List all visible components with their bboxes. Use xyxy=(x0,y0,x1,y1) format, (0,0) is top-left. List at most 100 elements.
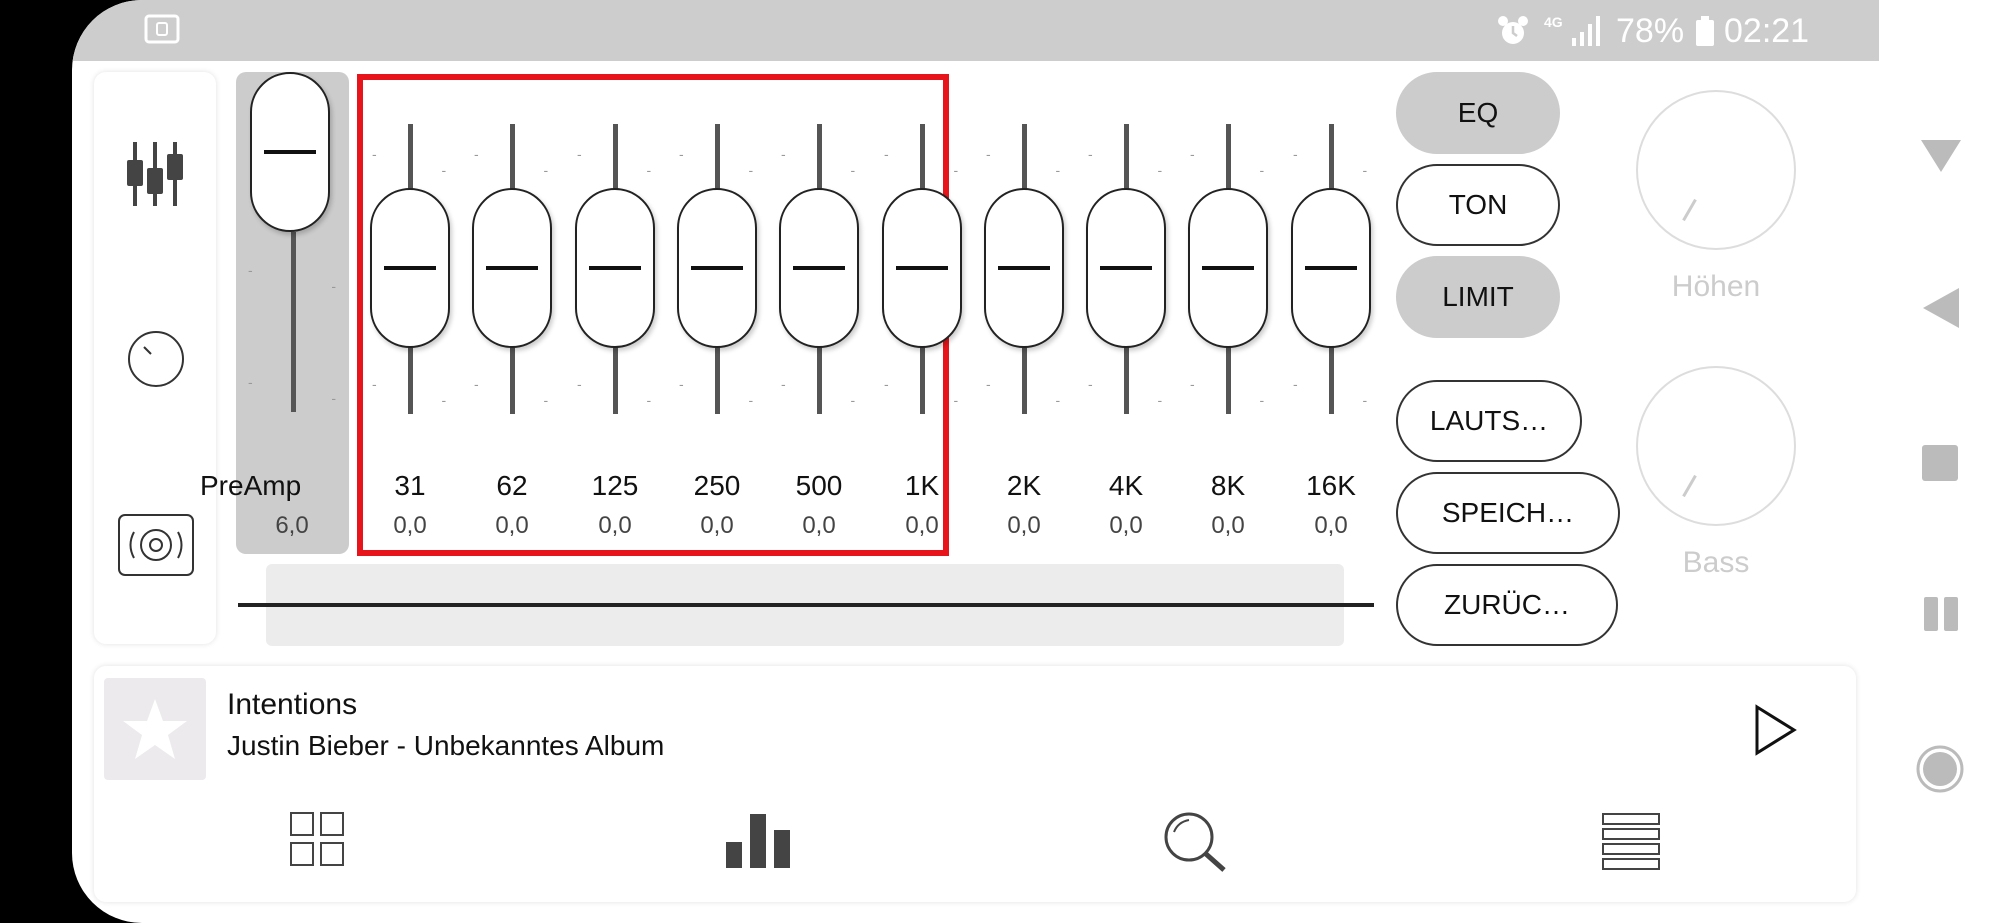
save-button[interactable]: SPEICH… xyxy=(1396,472,1620,554)
eq-band-tick-marks: - - xyxy=(679,146,764,178)
eq-band-tick-marks: - - xyxy=(1088,146,1173,178)
eq-band-tick-marks: - - xyxy=(372,146,457,178)
bar-chart-icon[interactable] xyxy=(724,812,792,868)
eq-band-tick-marks-low: - - xyxy=(1190,376,1275,408)
track-title: Intentions xyxy=(227,688,358,721)
play-icon[interactable] xyxy=(1754,704,1798,756)
eq-band-tick-marks: - - xyxy=(781,146,866,178)
eq-band-tick-marks-low: - - xyxy=(577,376,662,408)
eq-band-value: 0,0 xyxy=(802,512,836,539)
eq-band-slider[interactable]: - -- - xyxy=(1291,120,1371,420)
network-type: 4G xyxy=(1544,14,1563,30)
eq-band-knob[interactable] xyxy=(575,188,655,348)
eq-band-tick-marks: - - xyxy=(1190,146,1275,178)
eq-band-value: 0,0 xyxy=(1314,512,1348,539)
eq-band-tick-marks-low: - - xyxy=(372,376,457,408)
eq-band-slider[interactable]: - -- - xyxy=(472,120,552,420)
eq-band-value: 0,0 xyxy=(905,512,939,539)
eq-band-tick-marks: - - xyxy=(986,146,1071,178)
eq-band-knob[interactable] xyxy=(1086,188,1166,348)
screenshot-notification-icon xyxy=(144,14,180,44)
eq-band-value: 0,0 xyxy=(700,512,734,539)
home-square-icon[interactable] xyxy=(1921,444,1959,482)
eq-band-label: 250 xyxy=(693,470,741,501)
eq-band-tick-marks-low: - - xyxy=(679,376,764,408)
album-art[interactable] xyxy=(104,678,206,780)
eq-band-value: 0,0 xyxy=(598,512,632,539)
eq-band-tick-marks-low: - - xyxy=(1088,376,1173,408)
eq-band-slider[interactable]: - -- - xyxy=(882,120,962,420)
eq-band-tick-marks-low: - - xyxy=(1293,376,1378,408)
preamp-knob[interactable] xyxy=(250,72,330,232)
eq-band-label: 500 xyxy=(795,470,843,501)
zero-line xyxy=(238,603,1374,607)
search-icon[interactable] xyxy=(1162,810,1228,874)
status-bar: 4G 78% 02:21 xyxy=(72,0,1879,61)
ton-button[interactable]: TON xyxy=(1396,164,1560,246)
split-screen-icon[interactable] xyxy=(1923,596,1959,632)
star-icon xyxy=(123,699,187,759)
eq-band-label: 62 xyxy=(496,470,528,501)
loudness-button[interactable]: LAUTS… xyxy=(1396,380,1582,462)
eq-band-slider[interactable]: - -- - xyxy=(575,120,655,420)
battery-percent: 78% xyxy=(1616,12,1685,50)
limit-button[interactable]: LIMIT xyxy=(1396,256,1560,338)
list-icon[interactable] xyxy=(1602,812,1660,870)
app-screen: 4G 78% 02:21 - - - - PreAmp 6,0 EQ TON L… xyxy=(72,0,1879,923)
eq-button[interactable]: EQ xyxy=(1396,72,1560,154)
eq-band-knob[interactable] xyxy=(1291,188,1371,348)
eq-band-slider[interactable]: - -- - xyxy=(677,120,757,420)
preamp-slider[interactable]: - - - - xyxy=(236,72,349,422)
eq-band-knob[interactable] xyxy=(677,188,757,348)
preamp-tick-marks: - - xyxy=(248,262,346,294)
eq-band-knob[interactable] xyxy=(1188,188,1268,348)
eq-band-slider[interactable]: - -- - xyxy=(370,120,450,420)
track-subtitle: Justin Bieber - Unbekanntes Album xyxy=(227,730,665,761)
eq-band-value: 0,0 xyxy=(1109,512,1143,539)
eq-band-knob[interactable] xyxy=(370,188,450,348)
eq-band-label: 2K xyxy=(1006,470,1042,501)
eq-band-tick-marks: - - xyxy=(884,146,969,178)
eq-band-tick-marks-low: - - xyxy=(781,376,866,408)
preamp-tick-marks-low: - - xyxy=(248,374,346,406)
signal-icon xyxy=(1572,16,1600,46)
assistant-circle-icon[interactable] xyxy=(1915,744,1965,794)
eq-band-knob[interactable] xyxy=(984,188,1064,348)
eq-band-label: 16K xyxy=(1306,470,1356,501)
eq-band-slider[interactable]: - -- - xyxy=(779,120,859,420)
bass-label: Bass xyxy=(1682,546,1750,579)
system-nav-bar xyxy=(1879,0,2000,923)
battery-icon xyxy=(1696,16,1714,46)
reset-button[interactable]: ZURÜC… xyxy=(1396,564,1618,646)
knob-icon[interactable] xyxy=(127,330,185,388)
treble-label: Höhen xyxy=(1671,270,1761,303)
side-menu xyxy=(94,72,216,644)
eq-band-knob[interactable] xyxy=(779,188,859,348)
eq-band-value: 0,0 xyxy=(1007,512,1041,539)
eq-band-value: 0,0 xyxy=(393,512,427,539)
equalizer-icon[interactable] xyxy=(127,138,183,210)
player-card: Intentions Justin Bieber - Unbekanntes A… xyxy=(94,666,1856,902)
eq-band-slider[interactable]: - -- - xyxy=(1086,120,1166,420)
eq-band-label: 4K xyxy=(1108,470,1144,501)
grid-icon[interactable] xyxy=(290,812,346,868)
back-icon[interactable] xyxy=(1921,286,1961,330)
eq-band-slider[interactable]: - -- - xyxy=(984,120,1064,420)
eq-band-label: 125 xyxy=(591,470,639,501)
clock: 02:21 xyxy=(1724,12,1810,50)
eq-band-label: 1K xyxy=(904,470,940,501)
treble-dial[interactable] xyxy=(1636,90,1796,250)
eq-band-label: 8K xyxy=(1210,470,1246,501)
eq-band-tick-marks: - - xyxy=(1293,146,1378,178)
eq-band-slider[interactable]: - -- - xyxy=(1188,120,1268,420)
eq-band-tick-marks: - - xyxy=(577,146,662,178)
preamp-value: 6,0 xyxy=(275,512,309,539)
bass-dial[interactable] xyxy=(1636,366,1796,526)
eq-band-tick-marks-low: - - xyxy=(474,376,559,408)
preamp-label: PreAmp xyxy=(200,470,302,501)
eq-band-knob[interactable] xyxy=(882,188,962,348)
eq-band-knob[interactable] xyxy=(472,188,552,348)
eq-band-tick-marks: - - xyxy=(474,146,559,178)
speaker-icon[interactable] xyxy=(118,514,194,576)
notification-down-icon[interactable] xyxy=(1919,138,1963,174)
